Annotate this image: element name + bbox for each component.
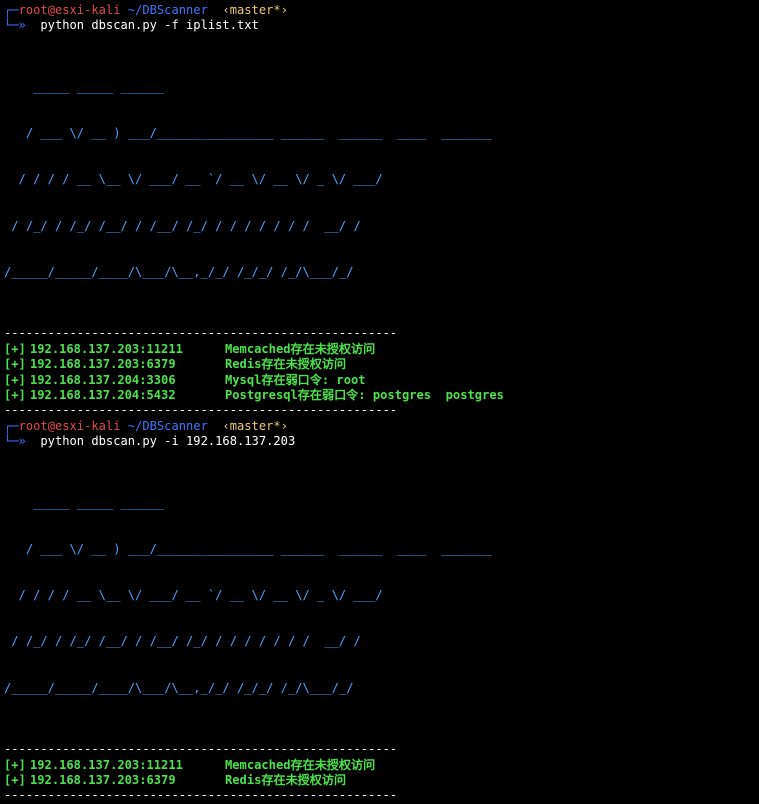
result-row: [+] 192.168.137.204:3306 Mysql存在弱口令: root (4, 373, 759, 388)
separator-line: ----------------------------------------… (4, 742, 398, 757)
terminal-window[interactable]: ┌─root@esxi-kali ~/DBScanner ‹master*› └… (0, 0, 759, 804)
prompt-host: esxi-kali (54, 418, 121, 433)
result-tag: [+] (4, 757, 26, 772)
result-message: Redis存在未授权访问 (225, 772, 347, 787)
result-message: Mysql存在弱口令: root (225, 372, 366, 387)
prompt-corner: ┌─ (4, 418, 19, 433)
separator-line: ----------------------------------------… (4, 403, 398, 418)
prompt-corner: ┌─ (4, 3, 19, 17)
session-2: ┌─root@esxi-kali ~/DBScanner ‹master*› └… (4, 419, 759, 804)
banner-line: / / / / __ \__ \/ ___/ __ `/ __ \/ __ \/… (4, 172, 383, 187)
command-text: python dbscan.py -i 192.168.137.203 (40, 434, 296, 449)
prompt-path: ~/DBScanner (127, 418, 208, 433)
result-host: 192.168.137.204:5432 (30, 387, 176, 402)
banner-line: /_____/_____/____/\___/\__,_/_/ /_/_/ /_… (4, 680, 354, 695)
banner-line: / ___ \/ __ ) ___/________________ _____… (4, 126, 492, 141)
result-tag: [+] (4, 387, 26, 402)
result-host: 192.168.137.203:6379 (30, 357, 176, 372)
separator-line: ----------------------------------------… (4, 326, 398, 341)
result-row: [+] 192.168.137.203:11211 Memcached存在未授权访问 (4, 342, 759, 357)
command-line: └─» python dbscan.py -f iplist.txt (4, 18, 759, 33)
banner-line: /_____/_____/____/\___/\__,_/_/ /_/_/ /_… (4, 264, 354, 279)
result-host: 192.168.137.203:11211 (30, 757, 183, 772)
result-message: Postgresql存在弱口令: postgres postgres (225, 387, 504, 402)
result-host: 192.168.137.203:11211 (30, 341, 183, 356)
result-row: [+] 192.168.137.203:11211 Memcached存在未授权访问 (4, 758, 759, 773)
session-1: ┌─root@esxi-kali ~/DBScanner ‹master*› └… (4, 3, 759, 419)
prompt-at: @ (47, 418, 55, 433)
command-line: └─» python dbscan.py -i 192.168.137.203 (4, 434, 759, 449)
prompt-branch: ‹master*› (222, 418, 288, 433)
banner-line: / / / / __ \__ \/ ___/ __ `/ __ \/ __ \/… (4, 588, 383, 603)
banner-line: / /_/ / /_/ /__/ / /__/ /_/ / / / / / / … (4, 218, 361, 233)
result-host: 192.168.137.204:3306 (30, 372, 176, 387)
banner-line: / /_/ / /_/ /__/ / /__/ /_/ / / / / / / … (4, 634, 361, 649)
result-tag: [+] (4, 772, 26, 787)
prompt-arrow: └─» (4, 18, 26, 33)
result-row: [+] 192.168.137.204:5432 Postgresql存在弱口令: … (4, 388, 759, 403)
prompt-line: ┌─root@esxi-kali ~/DBScanner ‹master*› (4, 3, 759, 18)
prompt-path: ~/DBScanner (127, 3, 208, 17)
banner-line: _____ _____ ______ (4, 79, 165, 94)
prompt-host: esxi-kali (54, 3, 121, 17)
prompt-branch: ‹master*› (222, 3, 288, 17)
result-row: [+] 192.168.137.203:6379 Redis存在未授权访问 (4, 357, 759, 372)
ascii-banner: _____ _____ ______ / ___ \/ __ ) ___/___… (4, 465, 759, 727)
result-row: [+] 192.168.137.203:6379 Redis存在未授权访问 (4, 773, 759, 788)
result-message: Redis存在未授权访问 (225, 357, 347, 372)
separator-line: ----------------------------------------… (4, 788, 398, 803)
prompt-user: root (18, 3, 48, 17)
banner-line: _____ _____ ______ (4, 495, 165, 510)
banner-line: / ___ \/ __ ) ___/________________ _____… (4, 541, 492, 556)
result-tag: [+] (4, 372, 26, 387)
prompt-line: ┌─root@esxi-kali ~/DBScanner ‹master*› (4, 419, 759, 434)
prompt-user: root (18, 418, 48, 433)
ascii-banner: _____ _____ ______ / ___ \/ __ ) ___/___… (4, 49, 759, 311)
result-tag: [+] (4, 357, 26, 372)
command-text: python dbscan.py -f iplist.txt (40, 18, 259, 33)
prompt-at: @ (47, 3, 55, 17)
result-message: Memcached存在未授权访问 (225, 757, 376, 772)
result-tag: [+] (4, 341, 26, 356)
prompt-arrow: └─» (4, 434, 26, 449)
result-message: Memcached存在未授权访问 (225, 341, 376, 356)
result-host: 192.168.137.203:6379 (30, 772, 176, 787)
